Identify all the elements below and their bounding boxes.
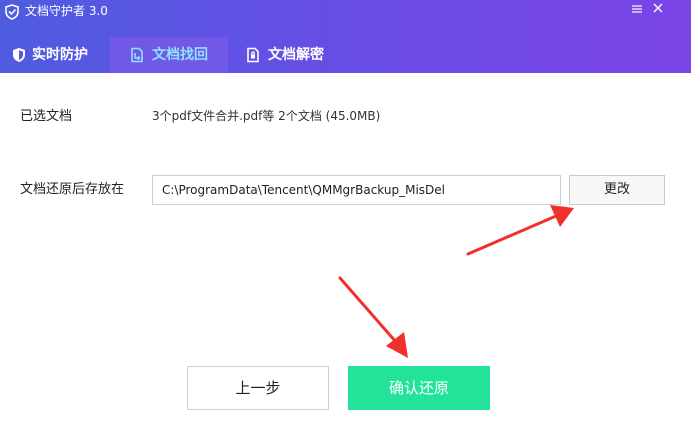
- close-icon[interactable]: [648, 1, 668, 17]
- tab-label: 文档解密: [268, 47, 324, 63]
- annotation-arrow-to-confirm-button: [338, 276, 408, 358]
- shield-icon: [13, 48, 25, 62]
- confirm-restore-button[interactable]: 确认还原: [348, 366, 490, 410]
- tab-document-restore[interactable]: 文档找回: [110, 37, 228, 73]
- document-decrypt-icon: [247, 47, 259, 63]
- tab-bar: 实时防护 文档找回 文档解密: [0, 37, 691, 73]
- document-restore-icon: [131, 47, 143, 63]
- shield-logo-icon: [5, 4, 19, 20]
- previous-step-button[interactable]: 上一步: [187, 366, 329, 410]
- selected-documents-value: 3个pdf文件合并.pdf等 2个文档 (45.0MB): [152, 109, 381, 123]
- title-bar: 文档守护者 3.0: [0, 0, 691, 24]
- tab-label: 文档找回: [152, 47, 208, 63]
- menu-icon[interactable]: [627, 1, 647, 17]
- tab-realtime-protection[interactable]: 实时防护: [0, 37, 110, 73]
- restore-location-label: 文档还原后存放在: [20, 182, 125, 197]
- annotation-arrow-to-change-button: [466, 205, 574, 256]
- app-title: 文档守护者 3.0: [25, 4, 108, 18]
- change-path-button[interactable]: 更改: [569, 175, 665, 205]
- app-header: 文档守护者 3.0 实时防护 文档找回 文档解密: [0, 0, 691, 73]
- restore-path-input[interactable]: C:\ProgramData\Tencent\QMMgrBackup_MisDe…: [152, 175, 561, 205]
- tab-label: 实时防护: [32, 47, 88, 63]
- selected-documents-label: 已选文档: [20, 109, 73, 124]
- tab-document-decrypt[interactable]: 文档解密: [228, 37, 348, 73]
